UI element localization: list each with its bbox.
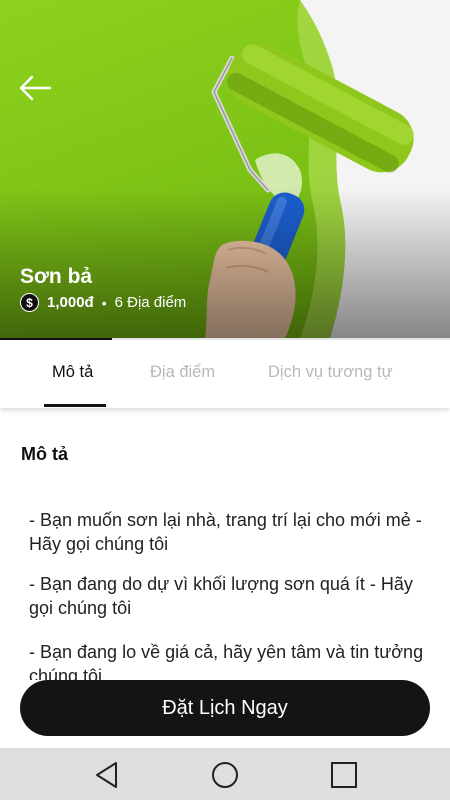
description-panel: Mô tả - Bạn muốn sơn lại nhà, trang trí … (0, 410, 450, 680)
nav-home-button[interactable] (210, 760, 240, 790)
tab-similar-services[interactable]: Dịch vụ tương tự (268, 363, 393, 382)
tab-locations[interactable]: Địa điểm (150, 363, 215, 382)
description-paragraph: - Bạn đang lo về giá cả, hãy yên tâm và … (29, 642, 424, 680)
arrow-left-icon (19, 75, 52, 101)
section-title: Mô tả (21, 444, 68, 464)
system-nav-bar (0, 748, 450, 800)
service-title: Sơn bả (20, 265, 93, 288)
meta-separator: • (101, 294, 107, 311)
service-meta: $ 1,000đ • 6 Địa điểm (20, 293, 186, 312)
recents-square-icon (331, 762, 357, 788)
tab-description[interactable]: Mô tả (52, 363, 93, 382)
nav-back-button[interactable] (92, 760, 122, 790)
service-price: 1,000đ (47, 294, 94, 311)
active-tab-indicator (44, 404, 106, 407)
book-now-button[interactable]: Đặt Lịch Ngay (20, 680, 430, 736)
nav-recents-button[interactable] (329, 760, 359, 790)
home-circle-icon (212, 762, 238, 788)
back-triangle-icon (96, 762, 117, 788)
description-paragraph: - Bạn muốn sơn lại nhà, trang trí lại ch… (29, 510, 422, 554)
back-button[interactable] (14, 70, 58, 106)
tab-bar: Mô tả Địa điểm Dịch vụ tương tự (0, 338, 450, 408)
location-count: 6 Địa điểm (114, 294, 187, 311)
description-paragraph: - Bạn đang do dự vì khối lượng sơn quá í… (29, 574, 413, 618)
dollar-coin-icon: $ (20, 293, 39, 312)
